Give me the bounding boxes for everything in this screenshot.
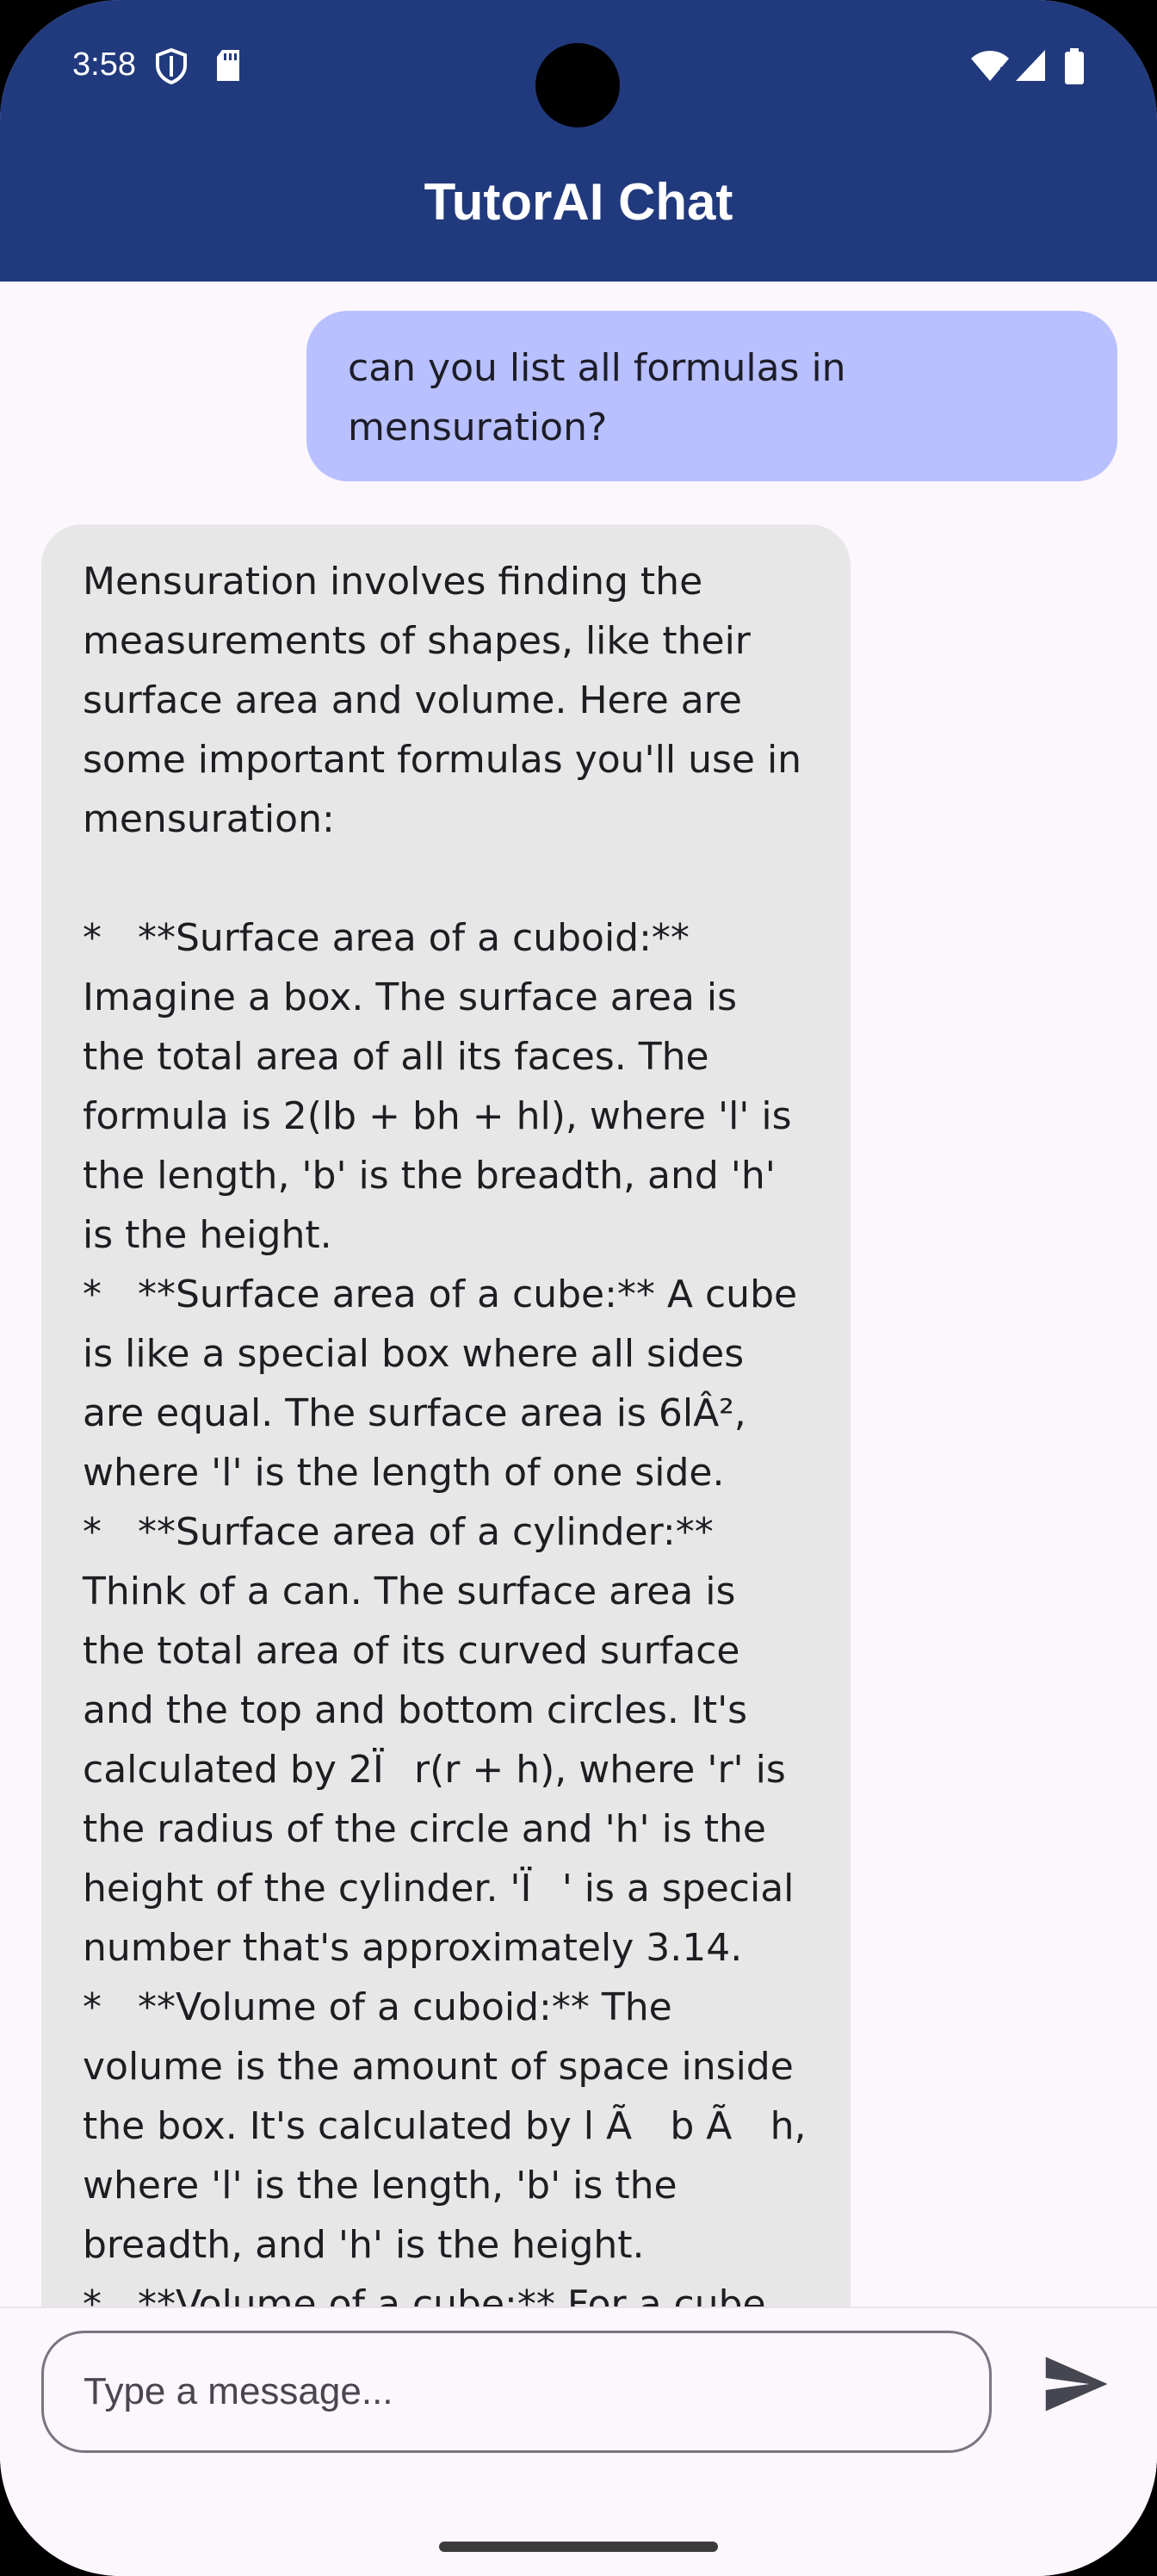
gesture-nav-area [0,2474,1157,2576]
shield-icon [156,48,187,84]
app-bar: 3:58 TutorAI Chat [0,0,1157,282]
chat-message-list[interactable]: can you list all formulas in mensuration… [0,282,1157,2307]
status-time: 3:58 [72,46,136,83]
battery-icon [1065,48,1084,84]
send-icon[interactable] [1038,2348,1111,2420]
user-message-bubble: can you list all formulas in mensuration… [306,311,1117,481]
message-input[interactable]: Type a message... [41,2331,992,2453]
home-gesture-handle[interactable] [439,2542,718,2552]
wifi-icon [971,51,1009,81]
message-composer: Type a message... [0,2307,1157,2476]
assistant-message-bubble: Mensuration involves finding the measure… [41,524,851,2307]
signal-icon [1016,50,1045,81]
phone-screen: 3:58 TutorAI Chat can you list all formu… [0,0,1157,2576]
front-camera [535,43,620,127]
message-input-placeholder: Type a message... [84,2370,393,2412]
sd-card-icon [217,50,239,81]
app-title: TutorAI Chat [424,173,733,231]
